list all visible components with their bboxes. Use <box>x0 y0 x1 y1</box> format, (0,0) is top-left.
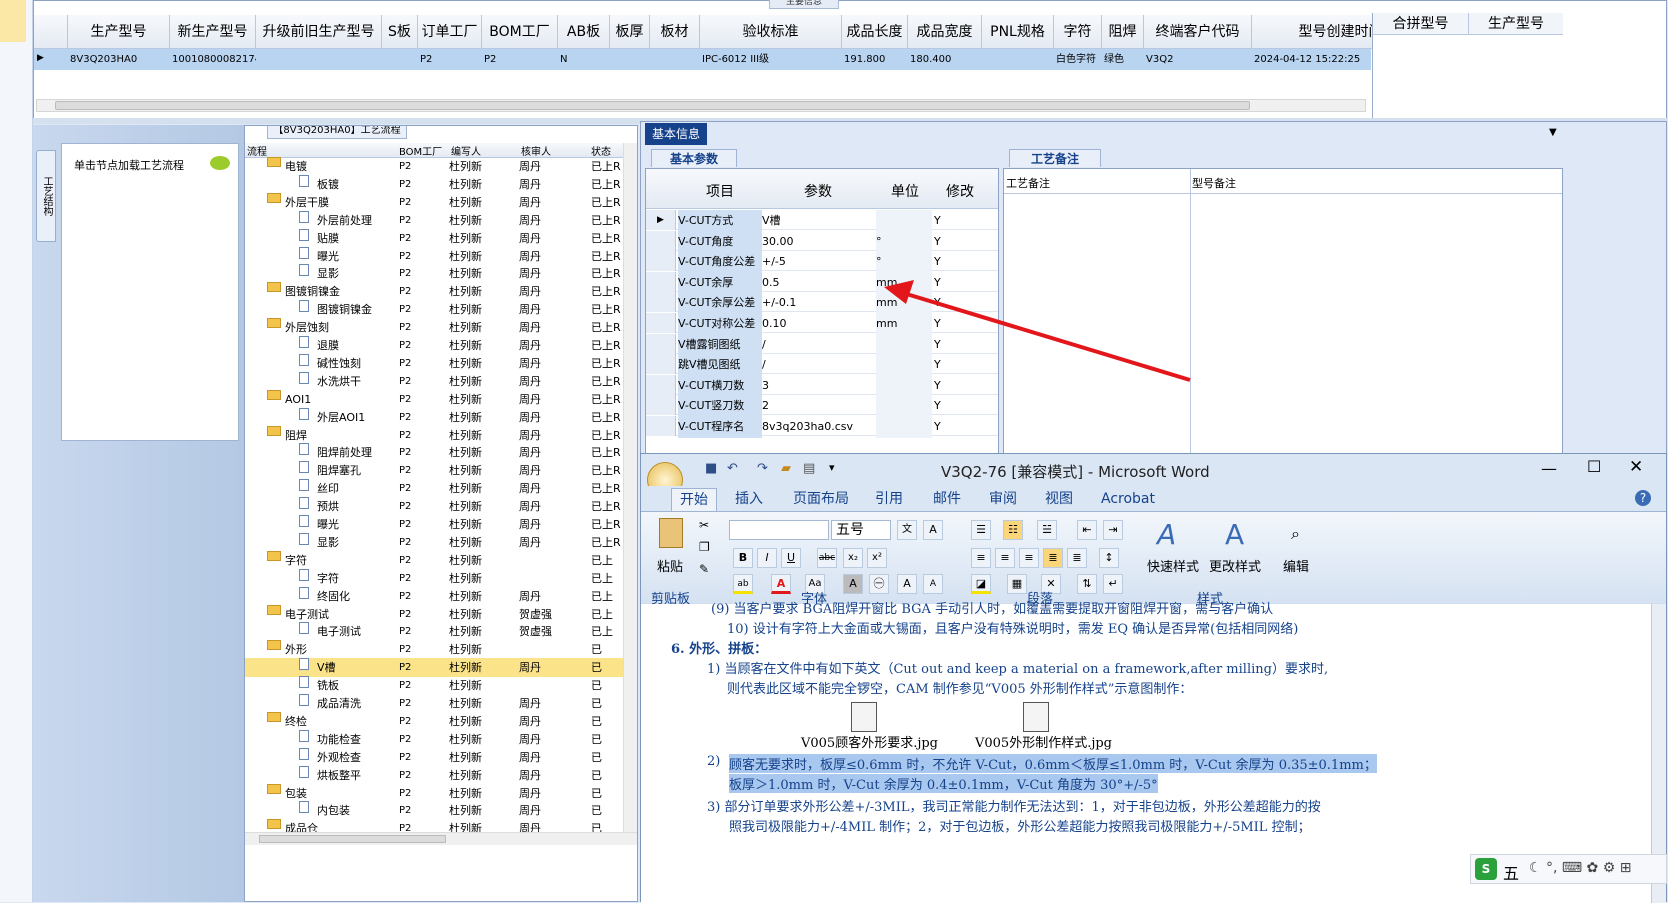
ribbon-tab[interactable]: 插入 <box>727 488 771 511</box>
ime-toolbar[interactable]: S 五 ☾ °, ⌨ ✿ ⚙ ⊞ <box>1470 854 1667 884</box>
char-shading-button[interactable]: A <box>843 574 863 594</box>
font-size-combo[interactable]: 五号 <box>831 520 891 540</box>
bold-button[interactable]: B <box>733 548 753 568</box>
doc-line: 则代表此区域不能完全锣空，CAM 制作参见“V005 外形制作样式”示意图制作： <box>727 682 1193 697</box>
align-right-button[interactable]: ≡ <box>1019 548 1039 568</box>
save-icon[interactable]: ■ <box>705 461 717 476</box>
ime-mode[interactable]: 五 <box>1503 860 1519 884</box>
show-marks-button[interactable]: ↵ <box>1103 574 1123 594</box>
doc-line: 10) 设计有字符上大金面或大锡面，且客户没有特殊说明时，需发 EQ 确认是否异… <box>727 622 1299 637</box>
ribbon-tab[interactable]: 视图 <box>1037 488 1081 511</box>
find-icon[interactable]: ⌕ <box>1291 524 1300 544</box>
ribbon-tab[interactable]: 页面布局 <box>785 488 857 511</box>
doc-line: (9) 当客户要求 BGA阻焊开窗比 BGA 手动引人时，如覆盖需要提取开窗阻焊… <box>711 602 1274 617</box>
ribbon-tab[interactable]: Acrobat <box>1093 488 1163 511</box>
justify-button[interactable]: ≣ <box>1043 548 1063 568</box>
paste-button[interactable]: 粘贴 <box>657 556 683 575</box>
phonetic-button[interactable]: 文 <box>897 520 917 540</box>
embedded-file-icon-2[interactable] <box>1023 702 1049 732</box>
grow-font-button[interactable]: A <box>897 574 917 594</box>
enclosed-char-button[interactable]: ㊀ <box>869 574 889 594</box>
doc-line: V005顾客外形要求.jpg <box>801 736 939 751</box>
word-title: V3Q2-76 [兼容模式] - Microsoft Word <box>941 463 1210 481</box>
change-style-button[interactable]: 更改样式 <box>1209 556 1261 575</box>
change-style-icon[interactable]: A <box>1225 518 1244 551</box>
close-button[interactable]: ✕ <box>1629 457 1643 477</box>
bullet-list-button[interactable]: ☰ <box>971 520 991 540</box>
superscript-button[interactable]: x² <box>867 548 887 568</box>
cut-icon[interactable]: ✂ <box>699 518 709 532</box>
highlight-button[interactable]: ab <box>733 574 753 594</box>
char-border-button[interactable]: A <box>923 520 943 540</box>
open-icon[interactable]: ▰ <box>781 461 791 476</box>
quick-style-button[interactable]: 快速样式 <box>1147 556 1199 575</box>
customize-qat-icon[interactable]: ▾ <box>829 461 835 474</box>
font-color-button[interactable]: A <box>771 574 791 594</box>
doc-line: 2) <box>707 754 721 769</box>
quick-style-icon[interactable]: A <box>1157 518 1176 551</box>
ribbon-tab[interactable]: 邮件 <box>925 488 969 511</box>
strikethrough-button[interactable]: abc <box>817 548 837 568</box>
doc-line: 1) 当顾客在文件中有如下英文（Cut out and keep a mater… <box>707 662 1329 677</box>
annotation-arrow-upper <box>899 290 1191 382</box>
maximize-button[interactable]: ☐ <box>1587 457 1601 476</box>
numbered-list-button[interactable]: ☷ <box>1003 520 1023 540</box>
ribbon-tab[interactable]: 开始 <box>671 488 717 511</box>
increase-indent-button[interactable]: ⇥ <box>1103 520 1123 540</box>
ribbon-tab[interactable]: 审阅 <box>981 488 1025 511</box>
ribbon-tabs: 开始 插入 页面布局 引用 邮件 审阅 视图 Acrobat <box>641 486 1666 511</box>
format-painter-icon[interactable]: ✎ <box>699 562 709 576</box>
align-center-button[interactable]: ≡ <box>995 548 1015 568</box>
multilevel-list-button[interactable]: ☱ <box>1037 520 1057 540</box>
doc-line: V005外形制作样式.jpg <box>975 736 1113 751</box>
redo-icon[interactable]: ↷ <box>757 461 768 476</box>
sogou-icon: S <box>1475 858 1497 880</box>
distributed-button[interactable]: ≣ <box>1067 548 1087 568</box>
align-left-button[interactable]: ≡ <box>971 548 991 568</box>
doc-line: 照我司极限能力+/-4MIL 制作；2，对于包边板，外形公差超能力按照我司极限能… <box>729 820 1311 835</box>
doc-line: 顾客无要求时，板厚≤0.6mm 时，不允许 V-Cut，0.6mm＜板厚≤1.0… <box>729 754 1377 773</box>
doc-line: 板厚＞1.0mm 时，V-Cut 余厚为 0.4±0.1mm，V-Cut 角度为… <box>729 774 1158 793</box>
borders-button[interactable]: ▦ <box>1007 574 1027 594</box>
undo-icon[interactable]: ↶ <box>727 461 738 476</box>
doc-line: 6. 外形、拼板： <box>671 642 768 657</box>
ribbon: 粘贴 ✂ ❐ ✎ 剪贴板 五号 B I U abc x₂ x² ab A Aa … <box>641 511 1666 607</box>
minimize-button[interactable]: — <box>1541 459 1557 478</box>
word-titlebar: ■ ↶ ↷ ▰ ▤ ▾ V3Q2-76 [兼容模式] - Microsoft W… <box>641 454 1666 498</box>
copy-icon[interactable]: ❐ <box>699 540 710 554</box>
italic-button[interactable]: I <box>757 548 777 568</box>
decrease-indent-button[interactable]: ⇤ <box>1077 520 1097 540</box>
subscript-button[interactable]: x₂ <box>843 548 863 568</box>
font-name-combo[interactable] <box>729 520 829 540</box>
paste-icon[interactable] <box>659 518 683 548</box>
shading-button[interactable]: ◪ <box>971 574 991 594</box>
sort-button[interactable]: ⇅ <box>1077 574 1097 594</box>
line-spacing-button[interactable]: ↕ <box>1099 548 1119 568</box>
annotation-arrowhead-upper <box>884 280 914 304</box>
shrink-font-button[interactable]: A <box>923 574 943 594</box>
print-icon[interactable]: ▤ <box>803 461 815 476</box>
help-icon[interactable]: ? <box>1635 490 1651 506</box>
doc-line: 3) 部分订单要求外形公差+/-3MIL，我司正常能力制作无法达到：1，对于非包… <box>707 800 1321 815</box>
ribbon-tab[interactable]: 引用 <box>867 488 911 511</box>
embedded-file-icon-1[interactable] <box>851 702 877 732</box>
word-window: ■ ↶ ↷ ▰ ▤ ▾ V3Q2-76 [兼容模式] - Microsoft W… <box>640 453 1667 903</box>
edit-button[interactable]: 编辑 <box>1283 556 1309 575</box>
ime-tools-icon[interactable]: ☾ °, ⌨ ✿ ⚙ ⊞ <box>1529 860 1631 876</box>
underline-button[interactable]: U <box>781 548 801 568</box>
